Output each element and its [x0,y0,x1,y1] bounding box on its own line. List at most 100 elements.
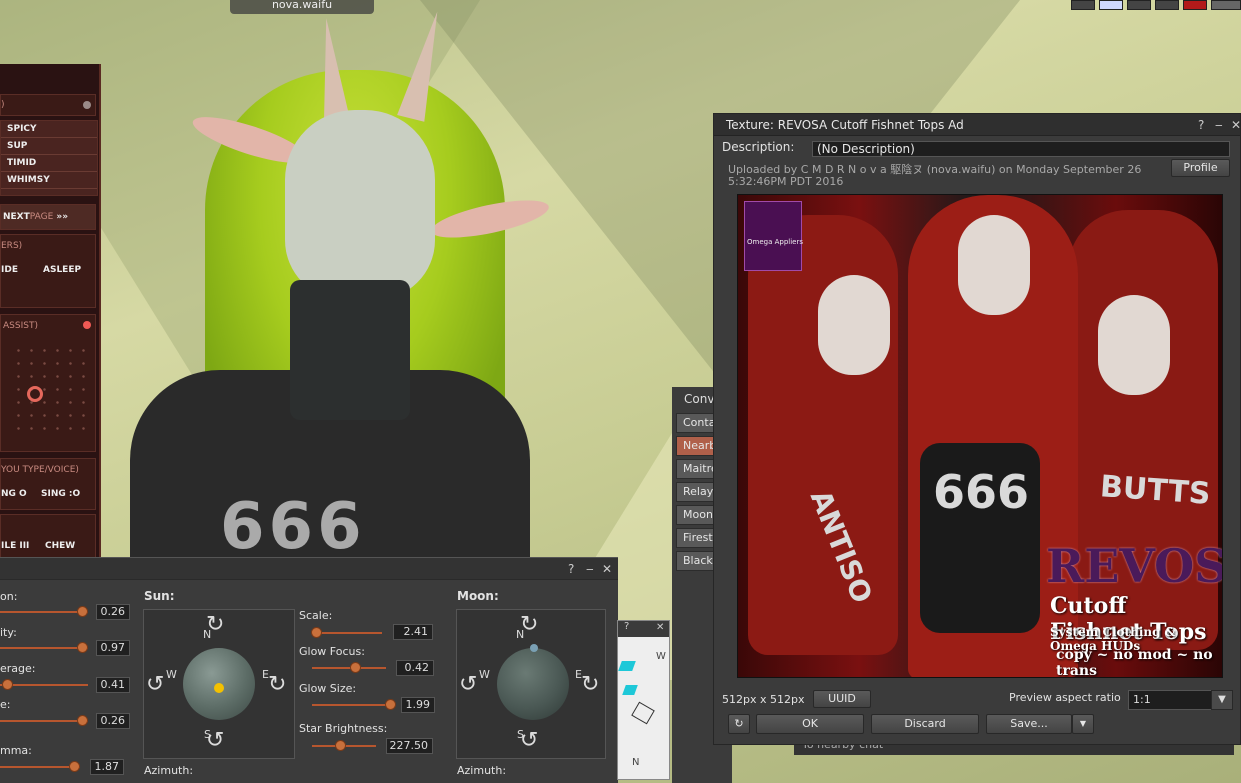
sun-azimuth-label: Azimuth: [144,764,194,777]
slider-knob[interactable] [311,627,322,638]
hud-chew-button[interactable]: CHEW [45,541,75,551]
avatar-collar [290,280,410,420]
hud-sing-colon-o-button[interactable]: SING :O [41,489,80,499]
rotate-east-icon[interactable]: ↻ [268,674,286,696]
hud-mood-list: SPICY SUP TIMID WHIMSY [0,120,98,196]
status-icon[interactable] [1099,0,1123,10]
hud-sing-o-button[interactable]: NG O [1,489,27,499]
hud-typing-section: YOU TYPE/VOICE) NG O SING :O [0,458,96,510]
map-object [618,661,636,671]
compass-w-label: W [166,668,177,681]
hud-asleep-button[interactable]: ASLEEP [43,265,81,275]
rotate-west-icon[interactable]: ↺ [459,674,477,696]
status-icon[interactable] [1155,0,1179,10]
sky-left-value[interactable]: 0.26 [96,604,130,620]
save-menu-chevron-icon[interactable]: ▼ [1072,714,1094,734]
glow-size-slider[interactable] [312,704,394,706]
sky-left-slider[interactable] [0,647,88,649]
map-west-label: W [656,651,666,662]
chevron-down-icon[interactable]: ▼ [1211,690,1233,710]
uuid-button[interactable]: UUID [813,690,871,708]
avatar-name-tag: nova.waifu [230,0,374,14]
compass-s-label: S [517,728,524,741]
sun-position-control[interactable]: ↻ ↺ ↺ ↻ N S W E [143,609,295,759]
slider-knob[interactable] [77,606,88,617]
hud-mood-item[interactable]: TIMID [1,155,97,172]
hud-next-page-button[interactable]: NEXTPAGE »» [0,204,96,230]
moon-marker-icon[interactable] [530,644,538,652]
slider-knob[interactable] [385,699,396,710]
glow-size-label: Glow Size: [299,682,357,695]
sun-title: Sun: [144,589,175,603]
ok-button[interactable]: OK [756,714,864,734]
description-field[interactable]: (No Description) [812,141,1230,157]
hud-dot-grid[interactable] [12,344,90,440]
sun-globe[interactable] [183,648,255,720]
glow-size-value[interactable]: 1.99 [401,697,435,713]
scale-slider[interactable] [312,632,382,634]
profile-button[interactable]: Profile [1171,159,1230,177]
moon-globe[interactable] [497,644,569,720]
hud-hide-button[interactable]: IDE [1,265,18,275]
aspect-ratio-select[interactable]: 1:1 [1128,690,1212,710]
status-icon[interactable] [1071,0,1095,10]
slider-knob[interactable] [69,761,80,772]
glow-focus-value[interactable]: 0.42 [396,660,434,676]
slider-knob[interactable] [350,662,361,673]
sky-left-value[interactable]: 0.97 [96,640,130,656]
compass-n-label: N [203,628,212,641]
sky-left-value[interactable]: 0.26 [96,713,130,729]
sky-left-label: erage: [0,662,36,675]
sky-left-slider[interactable] [0,611,88,613]
slider-knob[interactable] [77,642,88,653]
texture-face [958,215,1030,315]
sky-left-slider[interactable] [0,720,88,722]
hud-assist-dot[interactable] [83,321,91,329]
sky-left-value[interactable]: 0.41 [96,677,130,693]
hud-target-ring-icon[interactable] [27,386,43,402]
moon-position-control[interactable]: ↻ ↺ ↺ ↻ N S W E [456,609,606,759]
sky-panel-titlebar[interactable] [0,558,618,580]
rotate-west-icon[interactable]: ↺ [146,674,164,696]
sun-marker-icon[interactable] [214,683,224,693]
hud-mood-item[interactable]: SUP [1,138,97,155]
hud-mood-item[interactable]: WHIMSY [1,172,97,189]
slider-knob[interactable] [2,679,14,690]
glow-focus-label: Glow Focus: [299,645,365,658]
help-icon[interactable]: ? [624,621,629,632]
glow-focus-slider[interactable] [312,667,386,669]
mini-map[interactable]: ? ✕ W N [617,620,670,780]
save-button[interactable]: Save... [986,714,1072,734]
minimize-icon[interactable]: ‒ [1215,118,1223,132]
close-icon[interactable]: ✕ [602,562,612,576]
sky-left-slider[interactable] [0,684,88,686]
refresh-button[interactable]: ↻ [728,714,750,734]
description-label: Description: [722,140,795,154]
slider-knob[interactable] [77,715,88,726]
help-icon[interactable]: ? [568,562,574,576]
close-icon[interactable]: ✕ [656,622,664,633]
status-icon[interactable] [1127,0,1151,10]
slider-knob[interactable] [335,740,346,751]
close-icon[interactable]: ✕ [1231,118,1241,132]
star-brightness-value[interactable]: 227.50 [386,738,433,754]
compass-e-label: E [575,668,582,681]
hud-header: ) [0,94,96,116]
texture-face [1098,295,1170,395]
hud-mood-item[interactable]: SPICY [1,121,97,138]
moon-title: Moon: [457,589,499,603]
compass-w-label: W [479,668,490,681]
scale-value[interactable]: 2.41 [393,624,433,640]
hud-others-label: ERS) [1,241,23,251]
sky-left-value[interactable]: 1.87 [90,759,124,775]
hud-ile-iii-button[interactable]: ILE III [1,541,29,551]
mini-map-titlebar[interactable]: ? ✕ [618,621,669,637]
rotate-east-icon[interactable]: ↻ [581,674,599,696]
status-icon[interactable] [1211,0,1241,10]
moon-azimuth-label: Azimuth: [457,764,507,777]
minimize-icon[interactable]: ‒ [586,562,594,576]
sky-left-slider[interactable] [0,766,80,768]
help-icon[interactable]: ? [1198,118,1204,132]
discard-button[interactable]: Discard [871,714,979,734]
status-icon[interactable] [1183,0,1207,10]
